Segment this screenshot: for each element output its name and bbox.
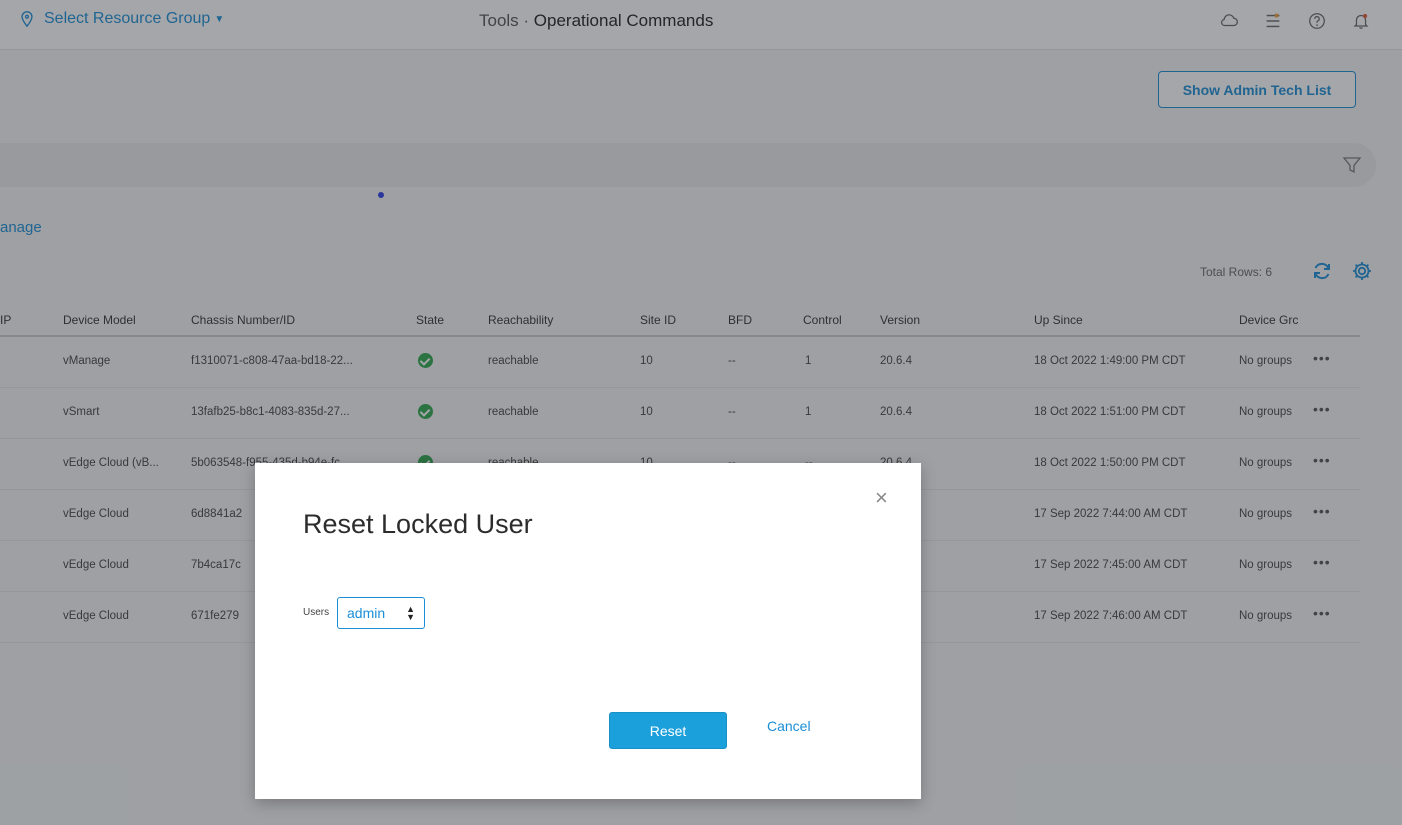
cancel-button[interactable]: Cancel xyxy=(767,718,811,734)
select-arrows-icon: ▲ ▼ xyxy=(406,604,415,622)
users-select[interactable]: admin ▲ ▼ xyxy=(337,597,425,629)
users-selected-value: admin xyxy=(347,605,386,621)
dialog-title: Reset Locked User xyxy=(303,509,533,539)
users-label: Users xyxy=(303,607,330,618)
close-icon[interactable]: × xyxy=(875,487,888,509)
reset-button[interactable]: Reset xyxy=(609,712,727,749)
reset-locked-user-dialog: × Reset Locked User Users admin ▲ ▼ Reset… xyxy=(255,463,921,799)
